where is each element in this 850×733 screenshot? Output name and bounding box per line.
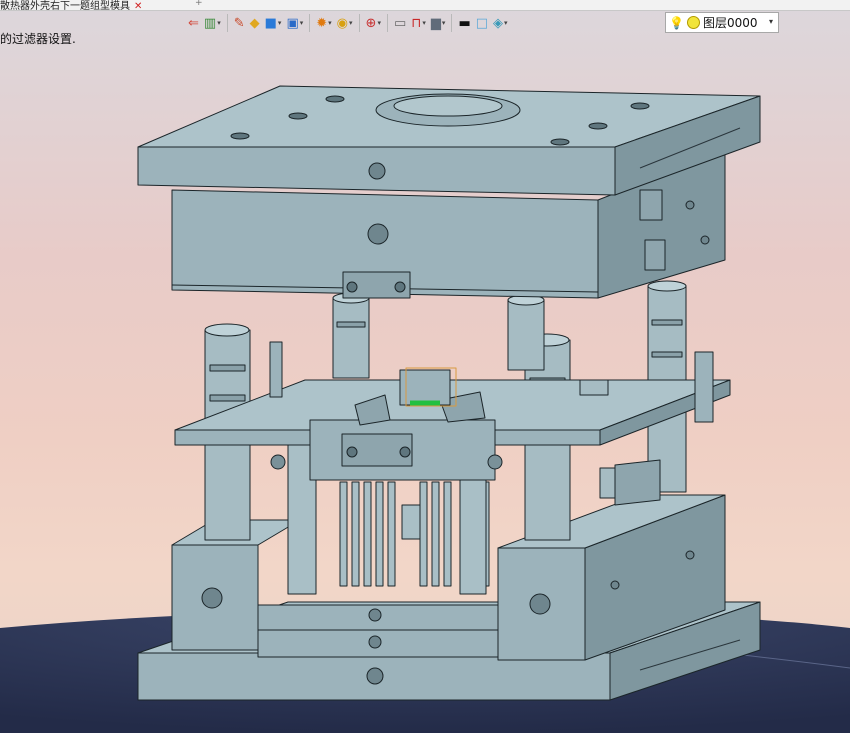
mold-assembly-model[interactable] [0,0,850,733]
cavity-plate [174,341,731,506]
ejector-plates [257,604,499,658]
